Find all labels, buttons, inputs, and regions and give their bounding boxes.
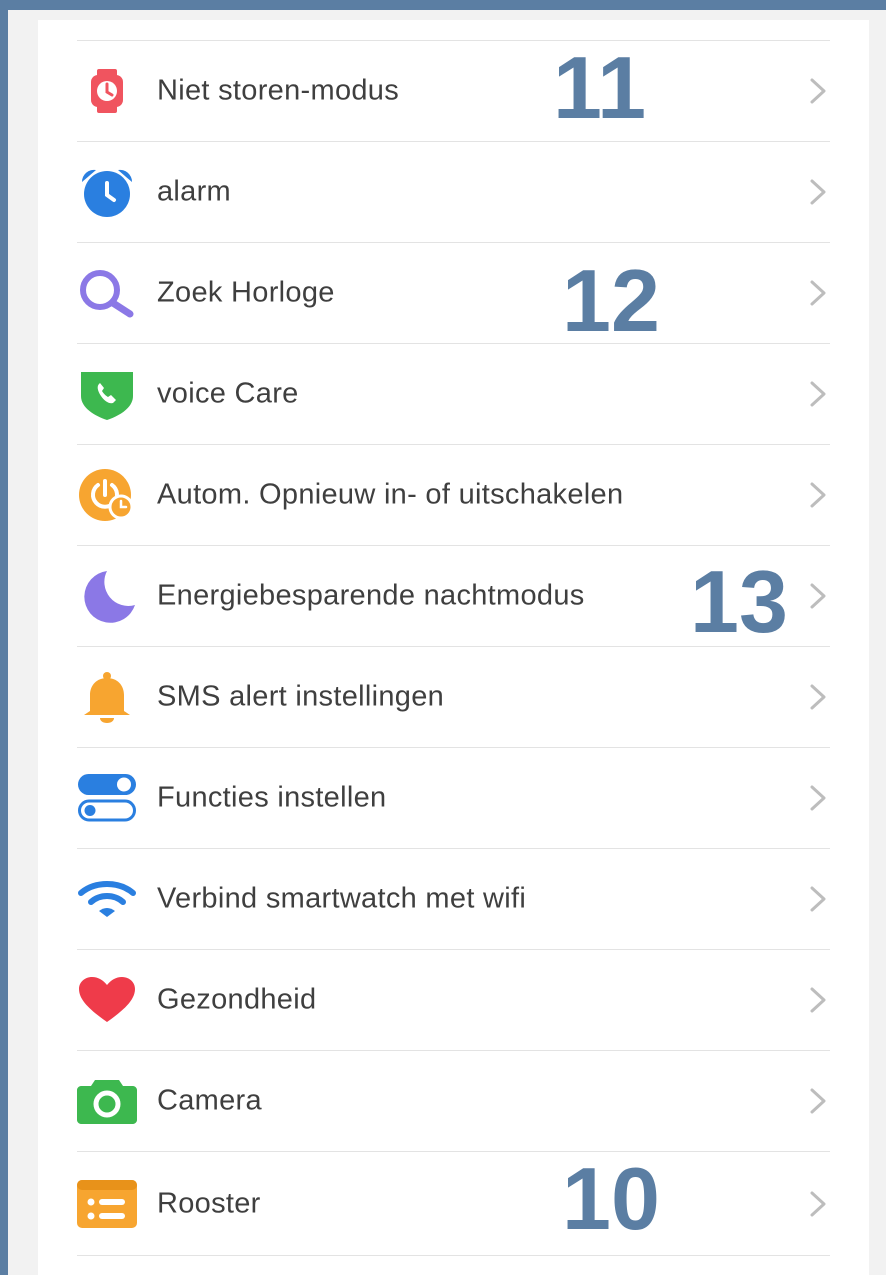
chevron-right-icon [810,583,826,609]
chevron-right-icon [810,78,826,104]
camera-icon [77,1071,137,1131]
search-icon [77,263,137,323]
menu-item-autom-opnieuw[interactable]: Autom. Opnieuw in- of uitschakelen [77,444,830,545]
menu-item-label: Gezondheid [157,983,317,1016]
watch-icon [77,61,137,121]
annotation-number: 13 [690,552,788,651]
menu-item-gezondheid[interactable]: Gezondheid [77,949,830,1050]
annotation-number: 10 [562,1149,660,1248]
shield-phone-icon [77,364,137,424]
menu-item-label: Energiebesparende nachtmodus [157,579,585,612]
menu-item-alarm[interactable]: alarm [77,141,830,242]
menu-item-functies[interactable]: Functies instellen [77,747,830,848]
annotation-number: 12 [562,251,660,350]
menu-item-label: Verbind smartwatch met wifi [157,882,527,915]
menu-item-niet-storen[interactable]: Niet storen-modus [77,40,830,141]
chevron-right-icon [810,987,826,1013]
chevron-right-icon [810,482,826,508]
top-band [0,0,886,10]
menu-item-label: Camera [157,1084,262,1117]
menu-item-voice-care[interactable]: voice Care [77,343,830,444]
bell-icon [77,667,137,727]
menu-item-label: alarm [157,175,232,208]
chevron-right-icon [810,1191,826,1216]
annotation-number: 11 [553,38,647,137]
heart-icon [77,970,137,1030]
chevron-right-icon [810,381,826,407]
menu-item-zoek-horloge[interactable]: Zoek Horloge [77,242,830,343]
menu-item-label: voice Care [157,377,299,410]
alarm-clock-icon [77,162,137,222]
chevron-right-icon [810,785,826,811]
wifi-icon [77,869,137,929]
moon-icon [77,566,137,626]
chevron-right-icon [810,684,826,710]
chevron-right-icon [810,179,826,205]
menu-item-label: SMS alert instellingen [157,680,445,713]
toggle-switches-icon [77,768,137,828]
schedule-icon [77,1174,137,1234]
menu-item-label: Functies instellen [157,781,387,814]
chevron-right-icon [810,280,826,306]
menu-item-rooster[interactable]: Rooster [77,1151,830,1255]
menu-item-wifi[interactable]: Verbind smartwatch met wifi [77,848,830,949]
menu-item-camera[interactable]: Camera [77,1050,830,1151]
divider [77,1255,830,1256]
menu-item-label: Zoek Horloge [157,276,335,309]
menu-item-label: Niet storen-modus [157,74,400,107]
power-clock-icon [77,465,137,525]
chevron-right-icon [810,886,826,912]
menu-item-label: Autom. Opnieuw in- of uitschakelen [157,478,624,511]
chevron-right-icon [810,1088,826,1114]
menu-item-sms-alert[interactable]: SMS alert instellingen [77,646,830,747]
menu-item-label: Rooster [157,1187,261,1219]
